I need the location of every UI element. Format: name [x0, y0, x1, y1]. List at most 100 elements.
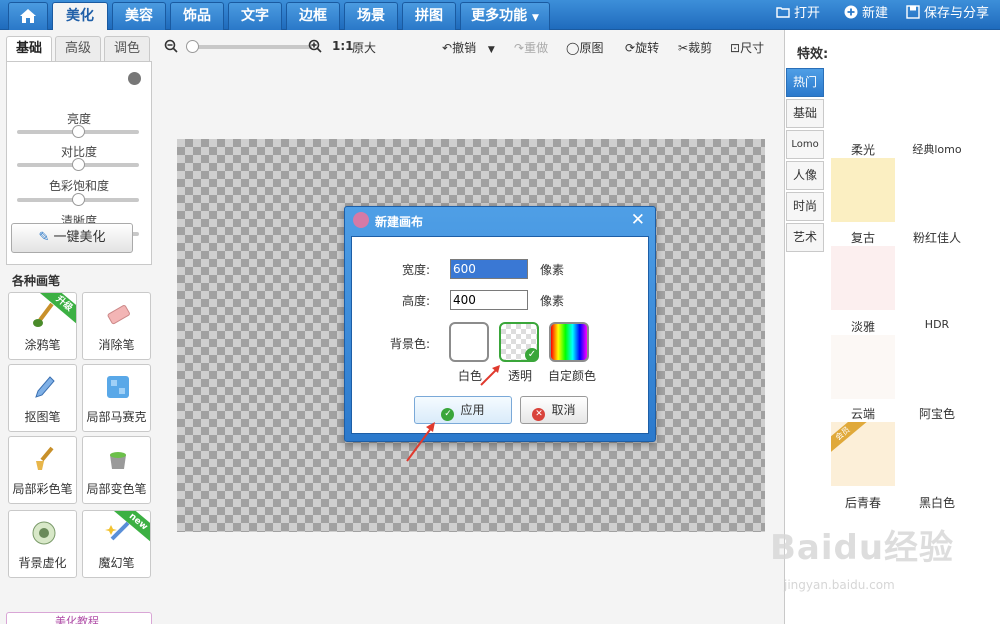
edit-toolbar: 1:1 原大 ↶撤销 ▼ ↷重做 ◯原图 ⟳旋转 ✂裁剪 ⊡尺寸: [158, 30, 784, 64]
brush-local-recolor[interactable]: 局部变色笔: [82, 436, 151, 504]
left-panel: 基础 高级 调色 亮度 对比度 色彩饱和度 清晰度 ✎ 一键美化 各种画笔 升级…: [0, 30, 158, 624]
top-navigation-bar: 美化 美容 饰品 文字 边框 场景 拼图 更多功能 ▼ 打开 新建 保存与分享: [0, 0, 1000, 30]
actual-size-ratio[interactable]: 1:1: [332, 39, 354, 53]
effect-label: 云端: [850, 407, 875, 421]
effect-thumb-cloud[interactable]: 会员: [831, 422, 895, 486]
resize-icon: ⊡: [730, 41, 741, 55]
contrast-slider[interactable]: [17, 158, 139, 171]
reset-icon[interactable]: [128, 72, 141, 85]
saturation-label: 色彩饱和度: [48, 179, 109, 193]
plus-circle-icon: [844, 5, 858, 19]
zoom-out-icon[interactable]: [164, 39, 178, 53]
effect-label: 黑白色: [918, 496, 955, 510]
cancel-label: 取消: [551, 403, 576, 417]
transparent-background-option[interactable]: ✓: [499, 322, 539, 362]
slider-knob[interactable]: [72, 158, 85, 171]
width-input[interactable]: [450, 259, 528, 279]
tab-frame[interactable]: 边框: [286, 2, 340, 30]
brush-magic[interactable]: new 魔幻笔: [82, 510, 151, 578]
brush-local-color[interactable]: 局部彩色笔: [8, 436, 77, 504]
subtab-basic[interactable]: 基础: [6, 36, 52, 62]
resize-button[interactable]: ⊡尺寸: [730, 39, 764, 56]
tab-accessories[interactable]: 饰品: [170, 2, 224, 30]
original-label: 原图: [579, 41, 604, 55]
effect-thumb-retro[interactable]: [831, 246, 895, 310]
rotate-label: 旋转: [635, 41, 660, 55]
redo-button[interactable]: ↷重做: [514, 39, 548, 56]
subtab-advanced[interactable]: 高级: [55, 36, 101, 62]
brushes-section-title: 各种画笔: [12, 274, 61, 288]
white-background-option[interactable]: [449, 322, 489, 362]
slider-knob[interactable]: [72, 193, 85, 206]
height-input[interactable]: [450, 290, 528, 310]
tab-collage[interactable]: 拼图: [402, 2, 456, 30]
category-fashion[interactable]: 时尚: [786, 192, 824, 221]
undo-label: 撤销: [452, 41, 477, 55]
saturation-slider[interactable]: [17, 193, 139, 206]
new-button[interactable]: 新建: [844, 0, 888, 30]
zoom-in-icon[interactable]: [308, 39, 322, 53]
width-unit: 像素: [540, 263, 565, 277]
undo-button[interactable]: ↶撤销 ▼: [442, 39, 495, 56]
scissors-icon: ✂: [678, 41, 689, 55]
apply-label: 应用: [460, 403, 485, 417]
circle-icon: ◯: [566, 41, 580, 55]
home-tab[interactable]: [8, 2, 48, 30]
crop-label: 裁剪: [688, 41, 713, 55]
member-badge: 会员: [831, 422, 867, 456]
tab-scene[interactable]: 场景: [344, 2, 398, 30]
blur-icon: [32, 521, 56, 545]
brightness-slider[interactable]: [17, 125, 139, 138]
brush-label: 消除笔: [98, 338, 135, 352]
eraser-icon: [107, 305, 130, 325]
tab-more-features[interactable]: 更多功能 ▼: [460, 2, 550, 30]
effect-label: 粉红佳人: [912, 231, 961, 245]
brush-background-blur[interactable]: 背景虚化: [8, 510, 77, 578]
brush-local-mosaic[interactable]: 局部马赛克: [82, 364, 151, 432]
brush-label: 魔幻笔: [98, 556, 135, 570]
crop-button[interactable]: ✂裁剪: [678, 39, 712, 56]
effect-label: 经典lomo: [912, 143, 962, 156]
effect-thumb-elegant[interactable]: [831, 335, 895, 399]
brush-eraser[interactable]: 消除笔: [82, 292, 151, 360]
category-hot[interactable]: 热门: [786, 68, 824, 97]
redo-label: 重做: [524, 41, 549, 55]
mosaic-icon: [107, 376, 129, 398]
baidu-jingyan-watermark: Baidu经验 jingyan.baidu.com: [770, 520, 1000, 610]
open-button[interactable]: 打开: [776, 0, 820, 30]
cancel-circle-icon: ✕: [532, 408, 546, 421]
rotate-button[interactable]: ⟳旋转: [625, 39, 659, 56]
save-share-button[interactable]: 保存与分享: [906, 0, 989, 30]
brush-label: 局部变色笔: [86, 482, 147, 496]
background-color-label: 背景色:: [390, 337, 431, 351]
one-key-label: 一键美化: [53, 230, 106, 245]
original-size-button[interactable]: 原大: [352, 39, 376, 56]
zoom-slider-knob[interactable]: [186, 40, 199, 53]
undo-dropdown-icon[interactable]: ▼: [488, 45, 495, 55]
tab-more-label: 更多功能: [471, 8, 528, 24]
size-label: 尺寸: [740, 41, 765, 55]
cutout-pen-icon: [35, 376, 55, 398]
effect-thumb-soft-light[interactable]: [831, 158, 895, 222]
rotate-icon: ⟳: [625, 41, 636, 55]
paint-bucket-icon: [110, 452, 126, 469]
category-art[interactable]: 艺术: [786, 223, 824, 252]
brush-doodle[interactable]: 升级 涂鸦笔: [8, 292, 77, 360]
zoom-slider[interactable]: [186, 40, 312, 53]
brush-cutout[interactable]: 抠图笔: [8, 364, 77, 432]
tab-text[interactable]: 文字: [228, 2, 282, 30]
beautify-tutorial-link[interactable]: 美化教程: [6, 612, 152, 624]
close-icon[interactable]: ✕: [631, 210, 645, 230]
slider-knob[interactable]: [72, 125, 85, 138]
custom-color-option[interactable]: [549, 322, 589, 362]
tab-beauty[interactable]: 美容: [112, 2, 166, 30]
category-basic[interactable]: 基础: [786, 99, 824, 128]
category-portrait[interactable]: 人像: [786, 161, 824, 190]
subtab-color[interactable]: 调色: [104, 36, 150, 62]
new-canvas-dialog: 新建画布 ✕ 宽度: 像素 高度: 像素 背景色: ✓ 白色 透明 自定颜色 ✓…: [344, 206, 656, 442]
original-image-button[interactable]: ◯原图: [566, 39, 603, 56]
tab-beautify[interactable]: 美化: [52, 2, 108, 30]
category-lomo[interactable]: Lomo: [786, 130, 824, 159]
cancel-button[interactable]: ✕ 取消: [520, 396, 588, 424]
one-key-beautify-button[interactable]: ✎ 一键美化: [11, 223, 133, 253]
